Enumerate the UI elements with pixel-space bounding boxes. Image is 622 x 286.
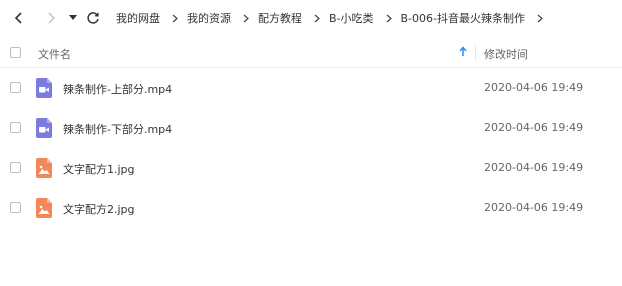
breadcrumb-item[interactable]: B-006-抖音最火辣条制作 [401, 10, 525, 26]
image-file-icon [36, 198, 52, 218]
file-row[interactable]: 文字配方1.jpg 2020-04-06 19:49 [0, 148, 622, 188]
file-name[interactable]: 辣条制作-上部分.mp4 [63, 81, 172, 97]
refresh-icon [87, 12, 99, 24]
file-list-header: 文件名 修改时间 [0, 37, 622, 68]
chevron-left-icon [14, 12, 22, 24]
row-checkbox[interactable] [10, 82, 21, 93]
file-name[interactable]: 文字配方1.jpg [63, 161, 135, 177]
file-row[interactable]: 辣条制作-上部分.mp4 2020-04-06 19:49 [0, 68, 622, 108]
toolbar: 我的网盘 我的资源 配方教程 B-小吃类 B-006-抖音最火辣条制作 [0, 0, 622, 36]
chevron-right-icon [314, 14, 320, 22]
column-header-modified[interactable]: 修改时间 [484, 46, 528, 62]
history-dropdown-button[interactable] [66, 5, 80, 31]
chevron-right-icon [172, 14, 178, 22]
sort-ascending-icon[interactable] [459, 46, 467, 57]
file-modified-time: 2020-04-06 19:49 [484, 161, 584, 174]
breadcrumb-separator [172, 14, 178, 23]
file-modified-time: 2020-04-06 19:49 [484, 81, 584, 94]
caret-down-icon [69, 15, 77, 20]
image-file-icon [36, 158, 52, 178]
file-modified-time: 2020-04-06 19:49 [484, 201, 584, 214]
refresh-button[interactable] [80, 5, 106, 31]
breadcrumb-separator [537, 14, 543, 23]
row-checkbox[interactable] [10, 162, 21, 173]
breadcrumb: 我的网盘 我的资源 配方教程 B-小吃类 B-006-抖音最火辣条制作 [116, 0, 552, 36]
column-header-name[interactable]: 文件名 [38, 46, 71, 62]
file-name[interactable]: 文字配方2.jpg [63, 201, 135, 217]
back-button[interactable] [6, 5, 32, 31]
file-modified-time: 2020-04-06 19:49 [484, 121, 584, 134]
select-all-checkbox[interactable] [10, 47, 21, 58]
breadcrumb-item[interactable]: 我的网盘 [116, 10, 160, 26]
file-name[interactable]: 辣条制作-下部分.mp4 [63, 121, 172, 137]
forward-button[interactable] [38, 5, 64, 31]
breadcrumb-separator [243, 14, 249, 23]
video-file-icon [36, 118, 52, 138]
file-row[interactable]: 文字配方2.jpg 2020-04-06 19:49 [0, 188, 622, 228]
row-checkbox[interactable] [10, 122, 21, 133]
row-checkbox[interactable] [10, 202, 21, 213]
breadcrumb-separator [314, 14, 320, 23]
breadcrumb-item[interactable]: B-小吃类 [329, 10, 374, 26]
breadcrumb-separator [386, 14, 392, 23]
breadcrumb-item[interactable]: 我的资源 [187, 10, 231, 26]
chevron-right-icon [386, 14, 392, 22]
video-file-icon [36, 78, 52, 98]
chevron-right-icon [537, 14, 543, 22]
column-divider[interactable] [475, 45, 476, 60]
breadcrumb-item[interactable]: 配方教程 [258, 10, 302, 26]
file-row[interactable]: 辣条制作-下部分.mp4 2020-04-06 19:49 [0, 108, 622, 148]
chevron-right-icon [48, 12, 56, 24]
chevron-right-icon [243, 14, 249, 22]
